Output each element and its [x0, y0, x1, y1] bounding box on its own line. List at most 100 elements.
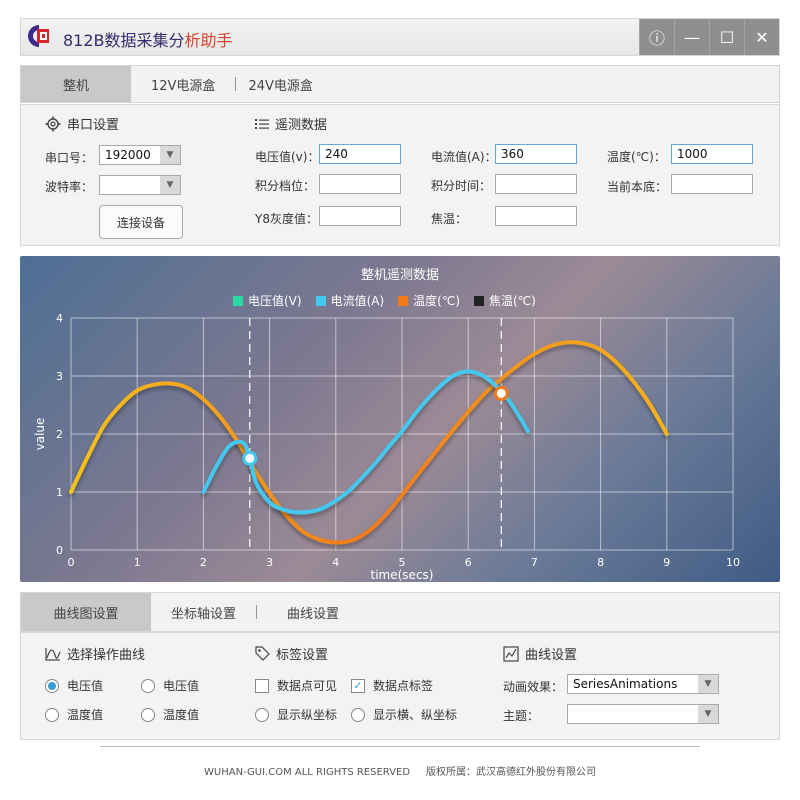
- baud-label: 波特率：: [45, 180, 94, 194]
- theme-select-value: [568, 705, 698, 723]
- curve-icon: [45, 647, 61, 661]
- radio-voltage-2[interactable]: 电压值: [141, 677, 199, 694]
- voltage-label: 电压值(v)：: [255, 150, 320, 164]
- x-tick-label: 2: [200, 556, 207, 569]
- y-tick-label: 3: [56, 370, 63, 383]
- x-tick-label: 10: [726, 556, 740, 569]
- close-icon: ✕: [755, 27, 769, 47]
- checkbox-point-labels[interactable]: ✓ 数据点标签: [351, 677, 433, 694]
- radio-label: 电压值: [163, 679, 200, 693]
- integral-level-label: 积分档位：: [255, 179, 316, 193]
- baud-select[interactable]: ▼: [99, 175, 181, 195]
- checkbox[interactable]: [255, 678, 269, 693]
- data-point-marker: [242, 450, 258, 466]
- info-button[interactable]: ⓘ: [639, 19, 674, 55]
- chart-settings-panel: 选择操作曲线 电压值 电压值 温度值 温度值 标签设置 数据点可见 ✓ 数据点标签…: [20, 632, 780, 740]
- radio-button[interactable]: [351, 707, 365, 722]
- tab-curve-settings[interactable]: 曲线设置: [257, 594, 359, 630]
- animation-label: 动画效果：: [503, 680, 564, 694]
- checkbox-checked[interactable]: ✓: [351, 678, 365, 693]
- y-tick-label: 1: [56, 486, 63, 499]
- curve-settings-label: 曲线设置: [525, 648, 578, 663]
- checkbox-show-points[interactable]: 数据点可见: [255, 677, 337, 694]
- y-axis-label: value: [33, 418, 47, 451]
- port-select-value: 192000: [105, 148, 151, 162]
- y8-gray-label: Y8灰度值：: [255, 212, 318, 226]
- radio-label: 电压值: [67, 679, 104, 693]
- port-select[interactable]: 192000 ▼: [99, 145, 181, 165]
- radio-voltage-1[interactable]: 电压值: [45, 677, 103, 694]
- focal-temp-input[interactable]: [495, 206, 577, 226]
- tab-axis-settings[interactable]: 坐标轴设置: [151, 594, 256, 630]
- curve-select-title: 选择操作曲线: [45, 644, 145, 663]
- connect-device-button[interactable]: 连接设备: [99, 205, 183, 239]
- current-label: 电流值(A)：: [431, 150, 497, 164]
- radio-label: 温度值: [163, 708, 200, 722]
- x-tick-label: 4: [332, 556, 339, 569]
- integral-level-input[interactable]: [319, 174, 401, 194]
- radio-show-y-axis[interactable]: 显示纵坐标: [255, 706, 337, 723]
- label-settings-title: 标签设置: [255, 644, 328, 663]
- voltage-input[interactable]: [319, 144, 401, 164]
- chevron-down-icon: ▼: [698, 705, 718, 723]
- footer: WUHAN-GUI.COM ALL RIGHTS RESERVED 版权所属：武…: [0, 763, 800, 778]
- y-tick-label: 4: [56, 312, 63, 325]
- x-tick-label: 3: [266, 556, 273, 569]
- radio-button[interactable]: [45, 678, 59, 693]
- radio-temperature-2[interactable]: 温度值: [141, 706, 199, 723]
- radio-show-xy-axis[interactable]: 显示横、纵坐标: [351, 706, 457, 723]
- theme-label: 主题：: [503, 709, 540, 723]
- list-icon: [255, 118, 269, 129]
- info-icon: ⓘ: [648, 29, 665, 48]
- current-input[interactable]: [495, 144, 577, 164]
- footer-divider: [100, 746, 700, 747]
- minimize-button[interactable]: —: [674, 19, 709, 55]
- serial-settings-label: 串口设置: [67, 118, 120, 133]
- current-base-input[interactable]: [671, 174, 753, 194]
- gear-icon: [45, 116, 61, 131]
- maximize-icon: ☐: [719, 27, 735, 47]
- radio-button[interactable]: [141, 678, 155, 693]
- y8-gray-input[interactable]: [319, 206, 401, 226]
- tab-24v-power-box[interactable]: 24V电源盒: [236, 66, 332, 102]
- app-logo-icon: [25, 23, 57, 49]
- tab-12v-power-box[interactable]: 12V电源盒: [131, 66, 235, 102]
- animation-select[interactable]: SeriesAnimations ▼: [567, 674, 719, 694]
- tab-chart-settings[interactable]: 曲线图设置: [21, 593, 151, 631]
- checkbox-label: 数据点可见: [277, 679, 338, 693]
- maximize-button[interactable]: ☐: [709, 19, 744, 55]
- tag-icon: [255, 646, 270, 661]
- telemetry-title: 遥测数据: [255, 114, 327, 133]
- theme-select[interactable]: ▼: [567, 704, 719, 724]
- radio-button[interactable]: [255, 707, 269, 722]
- footer-owner: 版权所属：武汉高德红外股份有限公司: [425, 767, 596, 778]
- radio-button[interactable]: [45, 707, 59, 722]
- series-line-temperature: [69, 340, 669, 545]
- label-settings-label: 标签设置: [276, 648, 329, 663]
- temperature-input[interactable]: [671, 144, 753, 164]
- y-tick-label: 0: [56, 544, 63, 557]
- title-bar: 812B数据采集分析助手 ⓘ — ☐ ✕: [20, 18, 780, 56]
- settings-panel: 串口设置 串口号： 192000 ▼ 波特率： ▼ 连接设备 遥测数据 电压值(…: [20, 104, 780, 246]
- checkbox-label: 数据点标签: [373, 679, 434, 693]
- radio-button[interactable]: [141, 707, 155, 722]
- close-button[interactable]: ✕: [744, 19, 779, 55]
- baud-select-value: [100, 176, 160, 194]
- integral-time-input[interactable]: [495, 174, 577, 194]
- device-tabs: 整机 12V电源盒 24V电源盒: [20, 65, 780, 103]
- window-controls: ⓘ — ☐ ✕: [639, 19, 779, 55]
- radio-temperature-1[interactable]: 温度值: [45, 706, 103, 723]
- tab-whole-machine[interactable]: 整机: [21, 66, 131, 102]
- telemetry-chart: 整机遥测数据 电压值(V) 电流值(A) 温度(℃) 焦温(℃) 0123456…: [20, 256, 780, 582]
- x-tick-label: 0: [68, 556, 75, 569]
- app-title-main: 812B数据采集分: [63, 31, 185, 50]
- x-tick-label: 6: [465, 556, 472, 569]
- series-line-current: [201, 369, 530, 515]
- animation-select-value: SeriesAnimations: [573, 677, 678, 691]
- integral-time-label: 积分时间：: [431, 179, 492, 193]
- current-base-label: 当前本底：: [607, 180, 668, 194]
- x-tick-label: 7: [531, 556, 538, 569]
- footer-copyright: WUHAN-GUI.COM ALL RIGHTS RESERVED: [204, 767, 411, 778]
- focal-temp-label: 焦温：: [431, 212, 468, 226]
- app-title-highlight: 析助手: [184, 31, 233, 50]
